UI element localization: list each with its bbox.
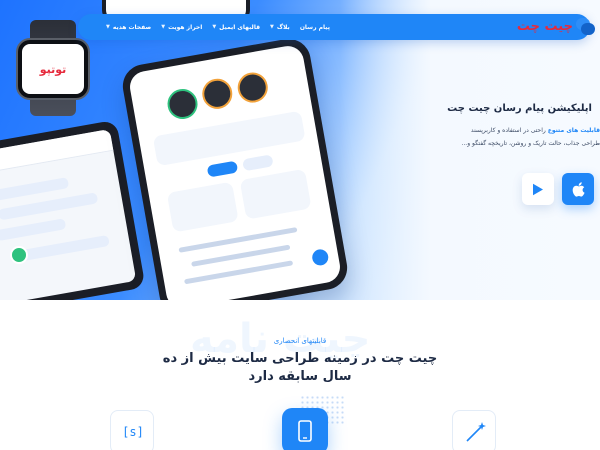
nav-item-label: بلاگ <box>276 23 290 31</box>
hero-title: اپلیکیشن پیام رسان چیت چت <box>447 103 592 114</box>
play-store-icon <box>533 183 543 195</box>
chevron-down-icon: ▼ <box>270 24 274 30</box>
smartwatch-mockup: توتپو <box>12 20 94 116</box>
phone-screen <box>127 43 343 300</box>
story-avatar <box>235 70 271 105</box>
chat-card <box>166 181 239 233</box>
tablet-message <box>0 218 67 242</box>
section-heading: چیت چت در زمینه طراحی سایت بیش از ده سال… <box>162 351 438 384</box>
code-bracket-icon: [s] <box>122 425 144 439</box>
chat-tab-active <box>206 160 239 178</box>
feature-card-code[interactable]: [s] <box>110 410 154 450</box>
phone-mockup <box>119 35 351 300</box>
compose-fab <box>310 248 330 267</box>
chat-bubble-icon <box>576 17 596 35</box>
chat-card <box>152 110 306 167</box>
section-tagline: قابلیتهای انحصاری <box>273 337 327 345</box>
hero-description: قابلیت های متنوع راحتی در استفاده و کارب… <box>440 124 600 150</box>
feature-card-mobile[interactable] <box>282 408 328 450</box>
watch-screen: توتپو <box>22 44 84 94</box>
hero-highlight: قابلیت های متنوع <box>547 127 600 134</box>
page: توتپو پیام رسان بلاگ ▼ قالبهای ایمیل ▼ ا… <box>0 0 600 450</box>
tablet-screen <box>0 129 137 300</box>
nav-item-label: احراز هویت <box>168 23 203 31</box>
tablet-mockup <box>0 119 146 300</box>
chat-tab <box>242 154 274 172</box>
tablet-toolbar <box>0 129 114 175</box>
hero-desc-rest: راحتی در استفاده و کاربرپسند <box>470 127 548 134</box>
nav-item-label: پیام رسان <box>299 23 330 31</box>
hero-fade <box>340 0 600 300</box>
logo-text: چیت چت <box>516 18 573 34</box>
nav-item-gift-pages[interactable]: صفحات هدیه ▼ <box>106 24 151 31</box>
chat-card <box>239 168 312 220</box>
chevron-down-icon: ▼ <box>106 24 110 30</box>
nav-item-email-templates[interactable]: قالبهای ایمیل ▼ <box>212 24 260 31</box>
chevron-down-icon: ▼ <box>212 24 217 30</box>
magic-wand-icon <box>466 422 486 442</box>
nav-item-messenger[interactable]: پیام رسان <box>300 24 330 31</box>
nav-item-label: صفحات هدیه <box>112 23 152 31</box>
nav-item-label: قالبهای ایمیل <box>219 23 260 31</box>
hero-desc-line2: طراحی جذاب، حالت تاریک و روشن، تاریخچه گ… <box>461 140 600 147</box>
story-avatar <box>199 76 235 112</box>
site-logo[interactable]: چیت چت <box>514 8 596 44</box>
nav-item-blog[interactable]: بلاگ ▼ <box>270 24 290 31</box>
apple-icon <box>572 181 584 197</box>
app-store-button[interactable] <box>562 173 594 205</box>
online-status-icon <box>10 246 28 264</box>
mobile-phone-icon <box>298 420 312 442</box>
nav-menu: پیام رسان بلاگ ▼ قالبهای ایمیل ▼ احراز ه… <box>96 14 330 40</box>
hero-desc-line1: قابلیت های متنوع راحتی در استفاده و کارب… <box>440 124 600 137</box>
nav-item-authentication[interactable]: احراز هویت ▼ <box>161 24 202 31</box>
story-avatar <box>165 86 200 122</box>
hero-section: توتپو پیام رسان بلاگ ▼ قالبهای ایمیل ▼ ا… <box>0 0 600 300</box>
feature-card-magic[interactable] <box>452 410 496 450</box>
play-store-button[interactable] <box>522 173 554 205</box>
tablet-message <box>19 234 110 262</box>
watch-logo: توتپو <box>39 62 67 76</box>
chevron-down-icon: ▼ <box>161 24 166 30</box>
